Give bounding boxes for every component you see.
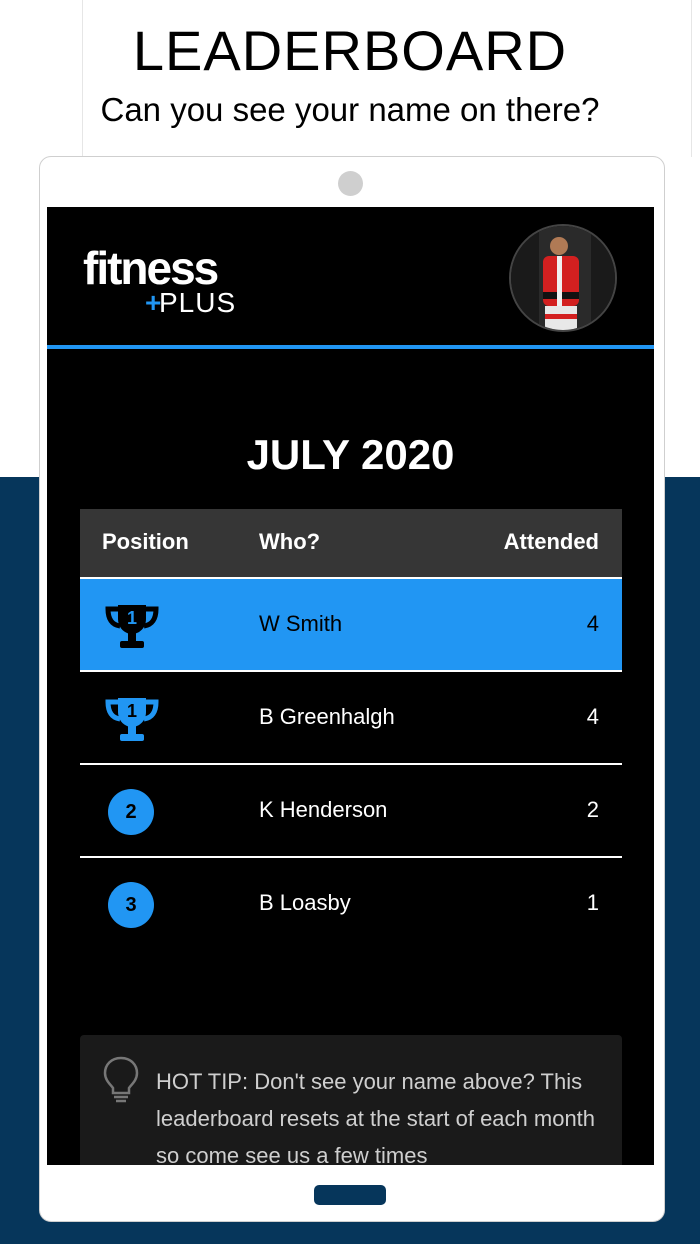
leaderboard-table: Position Who? Attended 1 W Smith 4 1 B G… — [80, 509, 622, 949]
camera-icon — [338, 171, 363, 196]
column-header-who: Who? — [259, 529, 321, 554]
trophy-icon: 1 — [105, 698, 159, 741]
hot-tip-text: HOT TIP: Don't see your name above? This… — [156, 1069, 596, 1165]
column-header-position: Position — [102, 529, 189, 554]
table-row: 1 B Greenhalgh 4 — [80, 670, 622, 763]
app-header: fitness + PLUS — [47, 207, 654, 349]
table-row: 2 K Henderson 2 — [80, 763, 622, 856]
table-row: 3 B Loasby 1 — [80, 856, 622, 949]
avatar[interactable] — [509, 224, 617, 332]
avatar-photo — [511, 226, 615, 330]
position-badge: 3 — [108, 882, 154, 928]
trophy-position-label: 1 — [127, 701, 137, 721]
page-title: LEADERBOARD — [132, 19, 568, 82]
trophy-icon: 1 — [105, 605, 159, 648]
column-header-attended: Attended — [503, 529, 599, 554]
position-badge: 2 — [108, 789, 154, 835]
table-header: Position Who? Attended — [80, 509, 622, 577]
table-row: 1 W Smith 4 — [80, 577, 622, 670]
attended-count: 4 — [586, 704, 599, 729]
logo-plus-text: PLUS — [159, 287, 237, 318]
player-name: W Smith — [259, 611, 343, 636]
month-title: JULY 2020 — [246, 431, 455, 478]
attended-count: 4 — [586, 611, 599, 636]
player-name: B Loasby — [259, 890, 351, 915]
home-button[interactable] — [314, 1185, 386, 1205]
page-subtitle: Can you see your name on there? — [100, 91, 600, 128]
lightbulb-icon — [103, 1056, 139, 1103]
player-name: B Greenhalgh — [259, 704, 395, 729]
attended-count: 2 — [586, 797, 599, 822]
app-screen: fitness + PLUS JULY 2020 Position Who? A… — [47, 207, 654, 1165]
attended-count: 1 — [586, 890, 599, 915]
player-name: K Henderson — [259, 797, 388, 822]
trophy-position-label: 1 — [127, 608, 137, 628]
hot-tip-box: HOT TIP: Don't see your name above? This… — [80, 1035, 622, 1165]
